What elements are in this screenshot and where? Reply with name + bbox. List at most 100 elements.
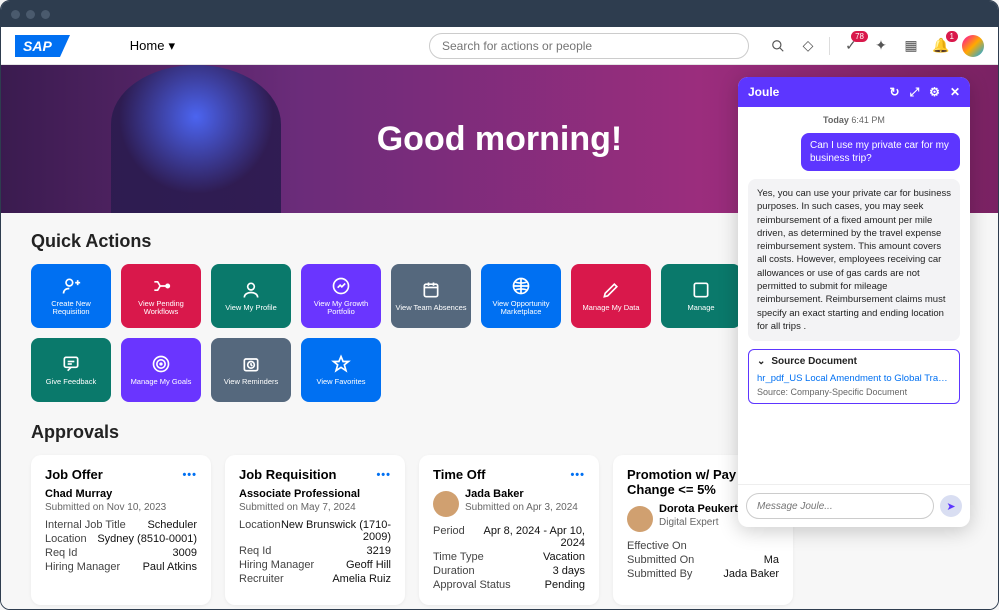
chevron-down-icon: ▾ [168, 38, 175, 54]
card-row: Submitted ByJada Baker [627, 568, 779, 580]
gear-icon[interactable]: ⚙ [929, 85, 940, 100]
tile-label: Manage [687, 304, 714, 312]
chat-user-message: Can I use my private car for my business… [801, 133, 960, 171]
person-plus-icon [61, 276, 81, 296]
chat-icon[interactable]: ✦ [872, 37, 890, 55]
tile-label: Manage My Data [582, 304, 639, 312]
quick-action-tile[interactable]: View Team Absences [391, 264, 471, 328]
card-row: PeriodApr 8, 2024 - Apr 10, 2024 [433, 525, 585, 549]
approval-card[interactable]: Job Requisition•••Associate Professional… [225, 455, 405, 605]
card-row: Req Id3009 [45, 547, 197, 559]
quick-action-tile[interactable]: Create New Requisition [31, 264, 111, 328]
quick-action-tile[interactable]: Manage My Goals [121, 338, 201, 402]
card-row: Time TypeVacation [433, 551, 585, 563]
divider [829, 37, 830, 55]
app-header: SAP Home ▾ ◇ ✓78 ✦ ▦ 🔔1 [1, 27, 998, 65]
chat-title: Joule [748, 85, 779, 99]
profile-icon [241, 280, 261, 300]
quick-action-tile[interactable]: View My Profile [211, 264, 291, 328]
card-menu-icon[interactable]: ••• [570, 469, 585, 481]
hero-greeting: Good morning! [377, 120, 623, 159]
user-avatar[interactable] [962, 35, 984, 57]
approval-card[interactable]: Job Offer ••• Chad Murray Submitted on Nov … [31, 455, 211, 605]
chat-input-row: ➤ [738, 484, 970, 527]
card-row: Submitted OnMa [627, 554, 779, 566]
chat-header: Joule ↻ ⤢ ⚙ ✕ [738, 77, 970, 107]
quick-action-tile[interactable]: View Reminders [211, 338, 291, 402]
star-icon [331, 354, 351, 374]
approval-card[interactable]: Time Off•••Jada BakerSubmitted on Apr 3,… [419, 455, 599, 605]
tile-label: Manage My Goals [131, 378, 192, 386]
sap-logo: SAP [15, 35, 60, 57]
card-who: Chad Murray [45, 488, 197, 500]
tile-label: View Opportunity Marketplace [483, 300, 559, 317]
source-document-toggle[interactable]: ⌄ Source Document [757, 356, 951, 367]
quick-action-tile[interactable]: View My Growth Portfolio [301, 264, 381, 328]
search-icon[interactable] [769, 37, 787, 55]
source-document-link[interactable]: hr_pdf_US Local Amendment to Global Trav… [757, 373, 951, 384]
app-body: Good morning! Quick Actions Create New R… [1, 65, 998, 609]
edit-icon [601, 280, 621, 300]
chat-send-button[interactable]: ➤ [940, 495, 962, 517]
window-dot [41, 10, 50, 19]
chat-input[interactable] [746, 493, 934, 519]
card-menu-icon[interactable]: ••• [376, 469, 391, 481]
diamond-icon[interactable]: ◇ [799, 37, 817, 55]
tile-label: View Reminders [224, 378, 278, 386]
refresh-icon[interactable]: ↻ [890, 85, 900, 100]
tile-label: Give Feedback [46, 378, 96, 386]
expand-icon[interactable]: ⤢ [910, 85, 920, 100]
approvals-badge-icon[interactable]: ✓78 [842, 37, 860, 55]
tile-label: View My Profile [225, 304, 277, 312]
card-menu-icon[interactable]: ••• [182, 469, 197, 481]
tile-label: View Pending Workflows [123, 300, 199, 317]
quick-action-tile[interactable]: View Favorites [301, 338, 381, 402]
quick-action-tile[interactable]: View Opportunity Marketplace [481, 264, 561, 328]
card-title: Job Requisition [239, 467, 337, 482]
card-row: Internal Job TitleScheduler [45, 519, 197, 531]
quick-action-tile[interactable]: Manage My Data [571, 264, 651, 328]
reminder-icon [241, 354, 261, 374]
card-submitted: Submitted on Nov 10, 2023 [45, 502, 197, 513]
tile-label: View Team Absences [395, 304, 466, 312]
browser-titlebar [1, 1, 998, 27]
workflow-icon [151, 276, 171, 296]
chat-timestamp: Today 6:41 PM [748, 115, 960, 125]
target-icon [151, 354, 171, 374]
card-row: LocationNew Brunswick (1710-2009) [239, 519, 391, 543]
search-input[interactable] [429, 33, 749, 59]
quick-action-tile[interactable]: Give Feedback [31, 338, 111, 402]
growth-icon [331, 276, 351, 296]
avatar [433, 491, 459, 517]
card-row: RecruiterAmelia Ruiz [239, 573, 391, 585]
quick-action-tile[interactable]: Manage [661, 264, 741, 328]
close-icon[interactable]: ✕ [950, 85, 960, 100]
tile-label: View Favorites [316, 378, 365, 386]
home-label: Home [130, 38, 165, 53]
card-person: Jada BakerSubmitted on Apr 3, 2024 [433, 488, 585, 519]
feedback-icon [61, 354, 81, 374]
card-row: Effective On [627, 540, 779, 552]
source-document-subtitle: Source: Company-Specific Document [757, 387, 951, 397]
chat-bot-message: Yes, you can use your private car for bu… [748, 179, 960, 341]
hero-image [111, 65, 281, 213]
card-row: Duration3 days [433, 565, 585, 577]
apps-icon[interactable]: ▦ [902, 37, 920, 55]
bell-icon[interactable]: 🔔1 [932, 37, 950, 55]
manage-icon [691, 280, 711, 300]
calendar-icon [421, 280, 441, 300]
chevron-down-icon: ⌄ [757, 356, 765, 367]
avatar [627, 506, 653, 532]
card-row: LocationSydney (8510-0001) [45, 533, 197, 545]
home-dropdown[interactable]: Home ▾ [130, 38, 175, 54]
window-dot [11, 10, 20, 19]
joule-chat-panel: Joule ↻ ⤢ ⚙ ✕ Today 6:41 PM Can I use my… [738, 77, 970, 527]
marketplace-icon [511, 276, 531, 296]
tile-label: Create New Requisition [33, 300, 109, 317]
source-document-label: Source Document [771, 356, 857, 367]
card-row: Req Id3219 [239, 545, 391, 557]
quick-action-tile[interactable]: View Pending Workflows [121, 264, 201, 328]
card-title: Job Offer [45, 467, 103, 482]
card-row: Hiring ManagerGeoff Hill [239, 559, 391, 571]
card-row: Approval StatusPending [433, 579, 585, 591]
